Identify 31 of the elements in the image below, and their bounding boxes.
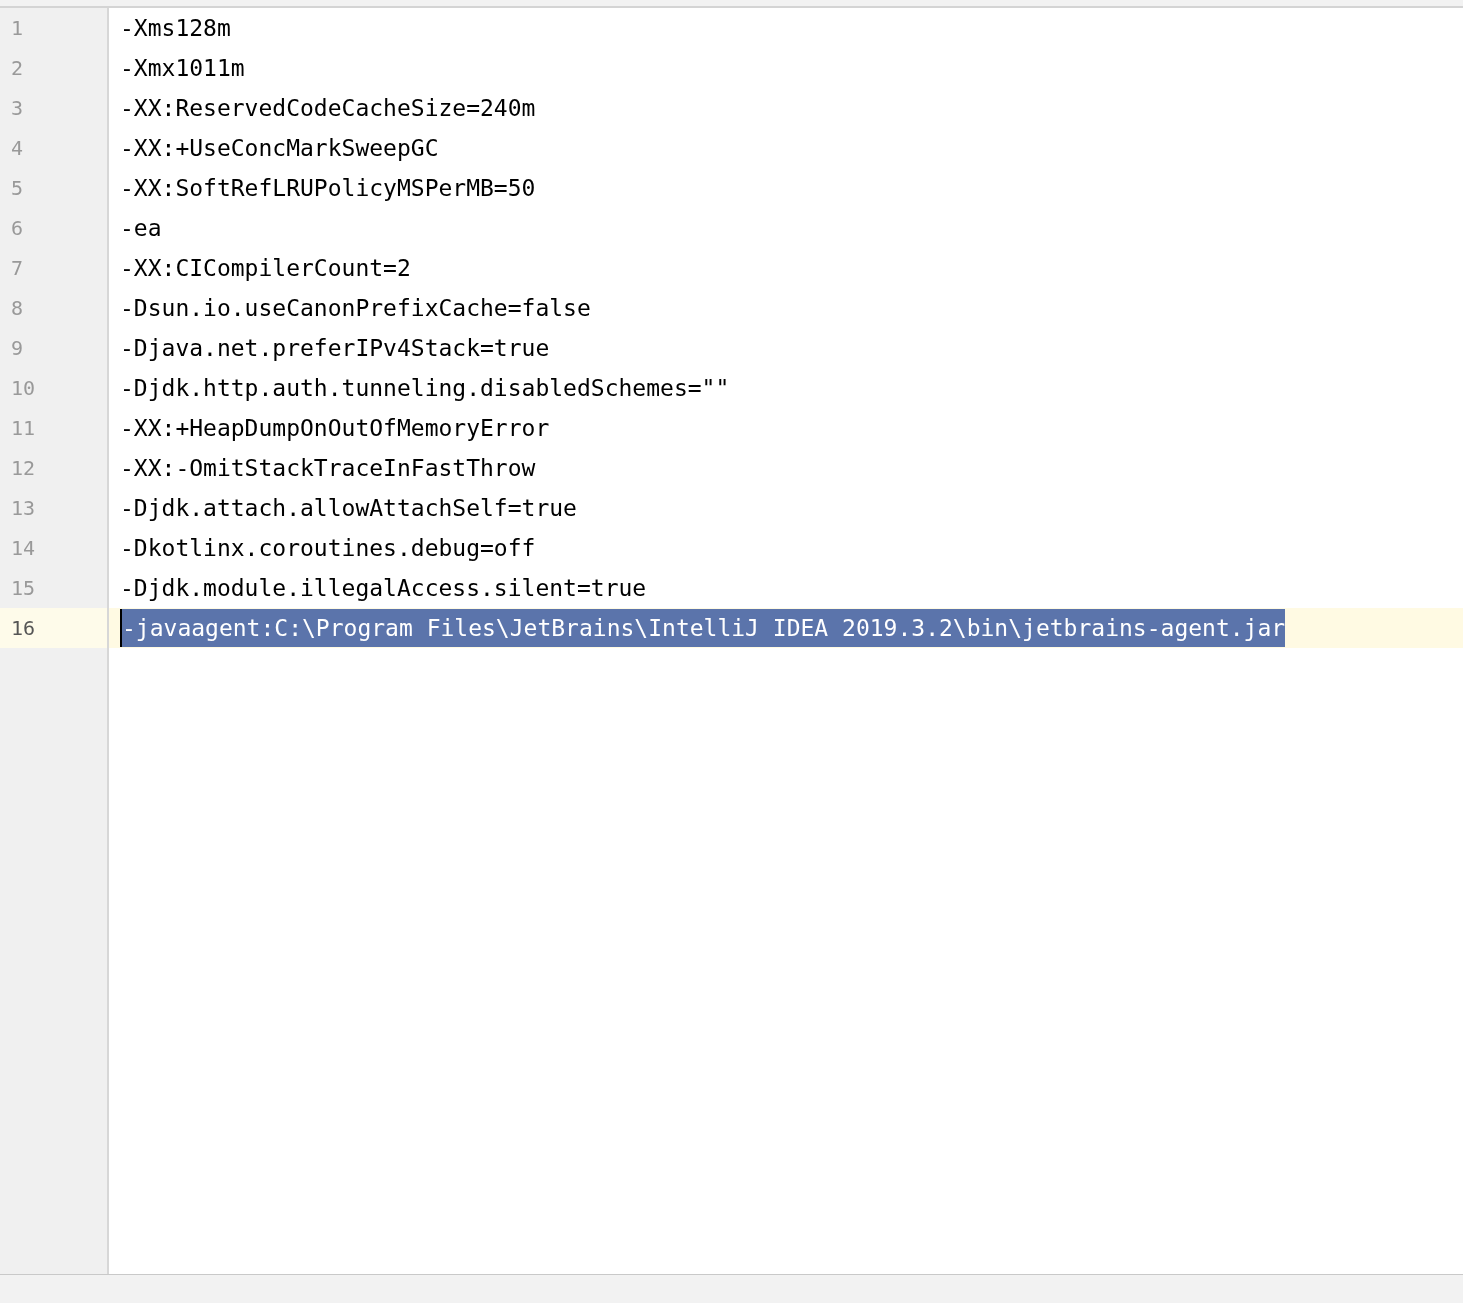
code-line[interactable]: -Dsun.io.useCanonPrefixCache=false: [120, 289, 591, 327]
code-line[interactable]: -XX:-OmitStackTraceInFastThrow: [120, 449, 536, 487]
code-line[interactable]: -ea: [120, 209, 162, 247]
line-number: 3: [10, 95, 25, 122]
line-number: 1: [10, 15, 25, 42]
code-line[interactable]: -Dkotlinx.coroutines.debug=off: [120, 529, 536, 567]
line-number: 10: [10, 375, 37, 402]
line-number: 4: [10, 135, 25, 162]
code-line[interactable]: -XX:SoftRefLRUPolicyMSPerMB=50: [120, 169, 536, 207]
line-number: 8: [10, 295, 25, 322]
code-line[interactable]: -Djdk.http.auth.tunneling.disabledSchemes="": [120, 369, 730, 407]
line-number: 15: [10, 575, 37, 602]
code-line[interactable]: -XX:ReservedCodeCacheSize=240m: [120, 89, 536, 127]
line-number: 6: [10, 215, 25, 242]
code-line[interactable]: -Djdk.attach.allowAttachSelf=true: [120, 489, 577, 527]
line-number: 11: [10, 415, 37, 442]
code-line[interactable]: -Xmx1011m: [120, 49, 245, 87]
code-line[interactable]: -XX:+HeapDumpOnOutOfMemoryError: [120, 409, 550, 447]
line-number: 13: [10, 495, 37, 522]
line-number: 9: [10, 335, 25, 362]
line-number: 14: [10, 535, 37, 562]
code-line[interactable]: -Xms128m: [120, 9, 231, 47]
line-number: 2: [10, 55, 25, 82]
line-number: 5: [10, 175, 25, 202]
line-number: 7: [10, 255, 25, 282]
line-number: 16: [0, 608, 107, 648]
line-number: 12: [10, 455, 37, 482]
code-line[interactable]: -Djdk.module.illegalAccess.silent=true: [120, 569, 647, 607]
code-line[interactable]: -XX:+UseConcMarkSweepGC: [120, 129, 439, 167]
code-line[interactable]: -XX:CICompilerCount=2: [120, 249, 411, 287]
code-line[interactable]: -Djava.net.preferIPv4Stack=true: [120, 329, 550, 367]
